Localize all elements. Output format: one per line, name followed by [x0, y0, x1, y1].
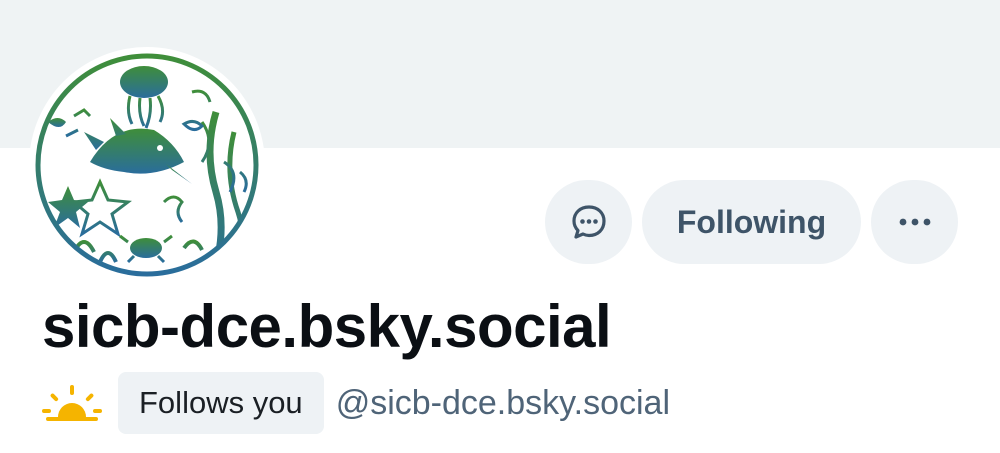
profile-display-name: sicb-dce.bsky.social: [42, 293, 612, 360]
following-button[interactable]: Following: [642, 180, 861, 264]
profile-avatar[interactable]: [29, 47, 265, 283]
follows-you-badge: Follows you: [118, 372, 324, 434]
chat-bubble-icon: [571, 205, 606, 239]
message-button[interactable]: [545, 180, 632, 264]
sun-rise-icon: [42, 385, 102, 421]
profile-handle[interactable]: @sicb-dce.bsky.social: [336, 384, 670, 423]
more-options-icon: [899, 218, 930, 226]
more-options-button[interactable]: [871, 180, 958, 264]
profile-meta-row: Follows you @sicb-dce.bsky.social: [42, 372, 670, 434]
avatar-illustration: [35, 53, 259, 277]
